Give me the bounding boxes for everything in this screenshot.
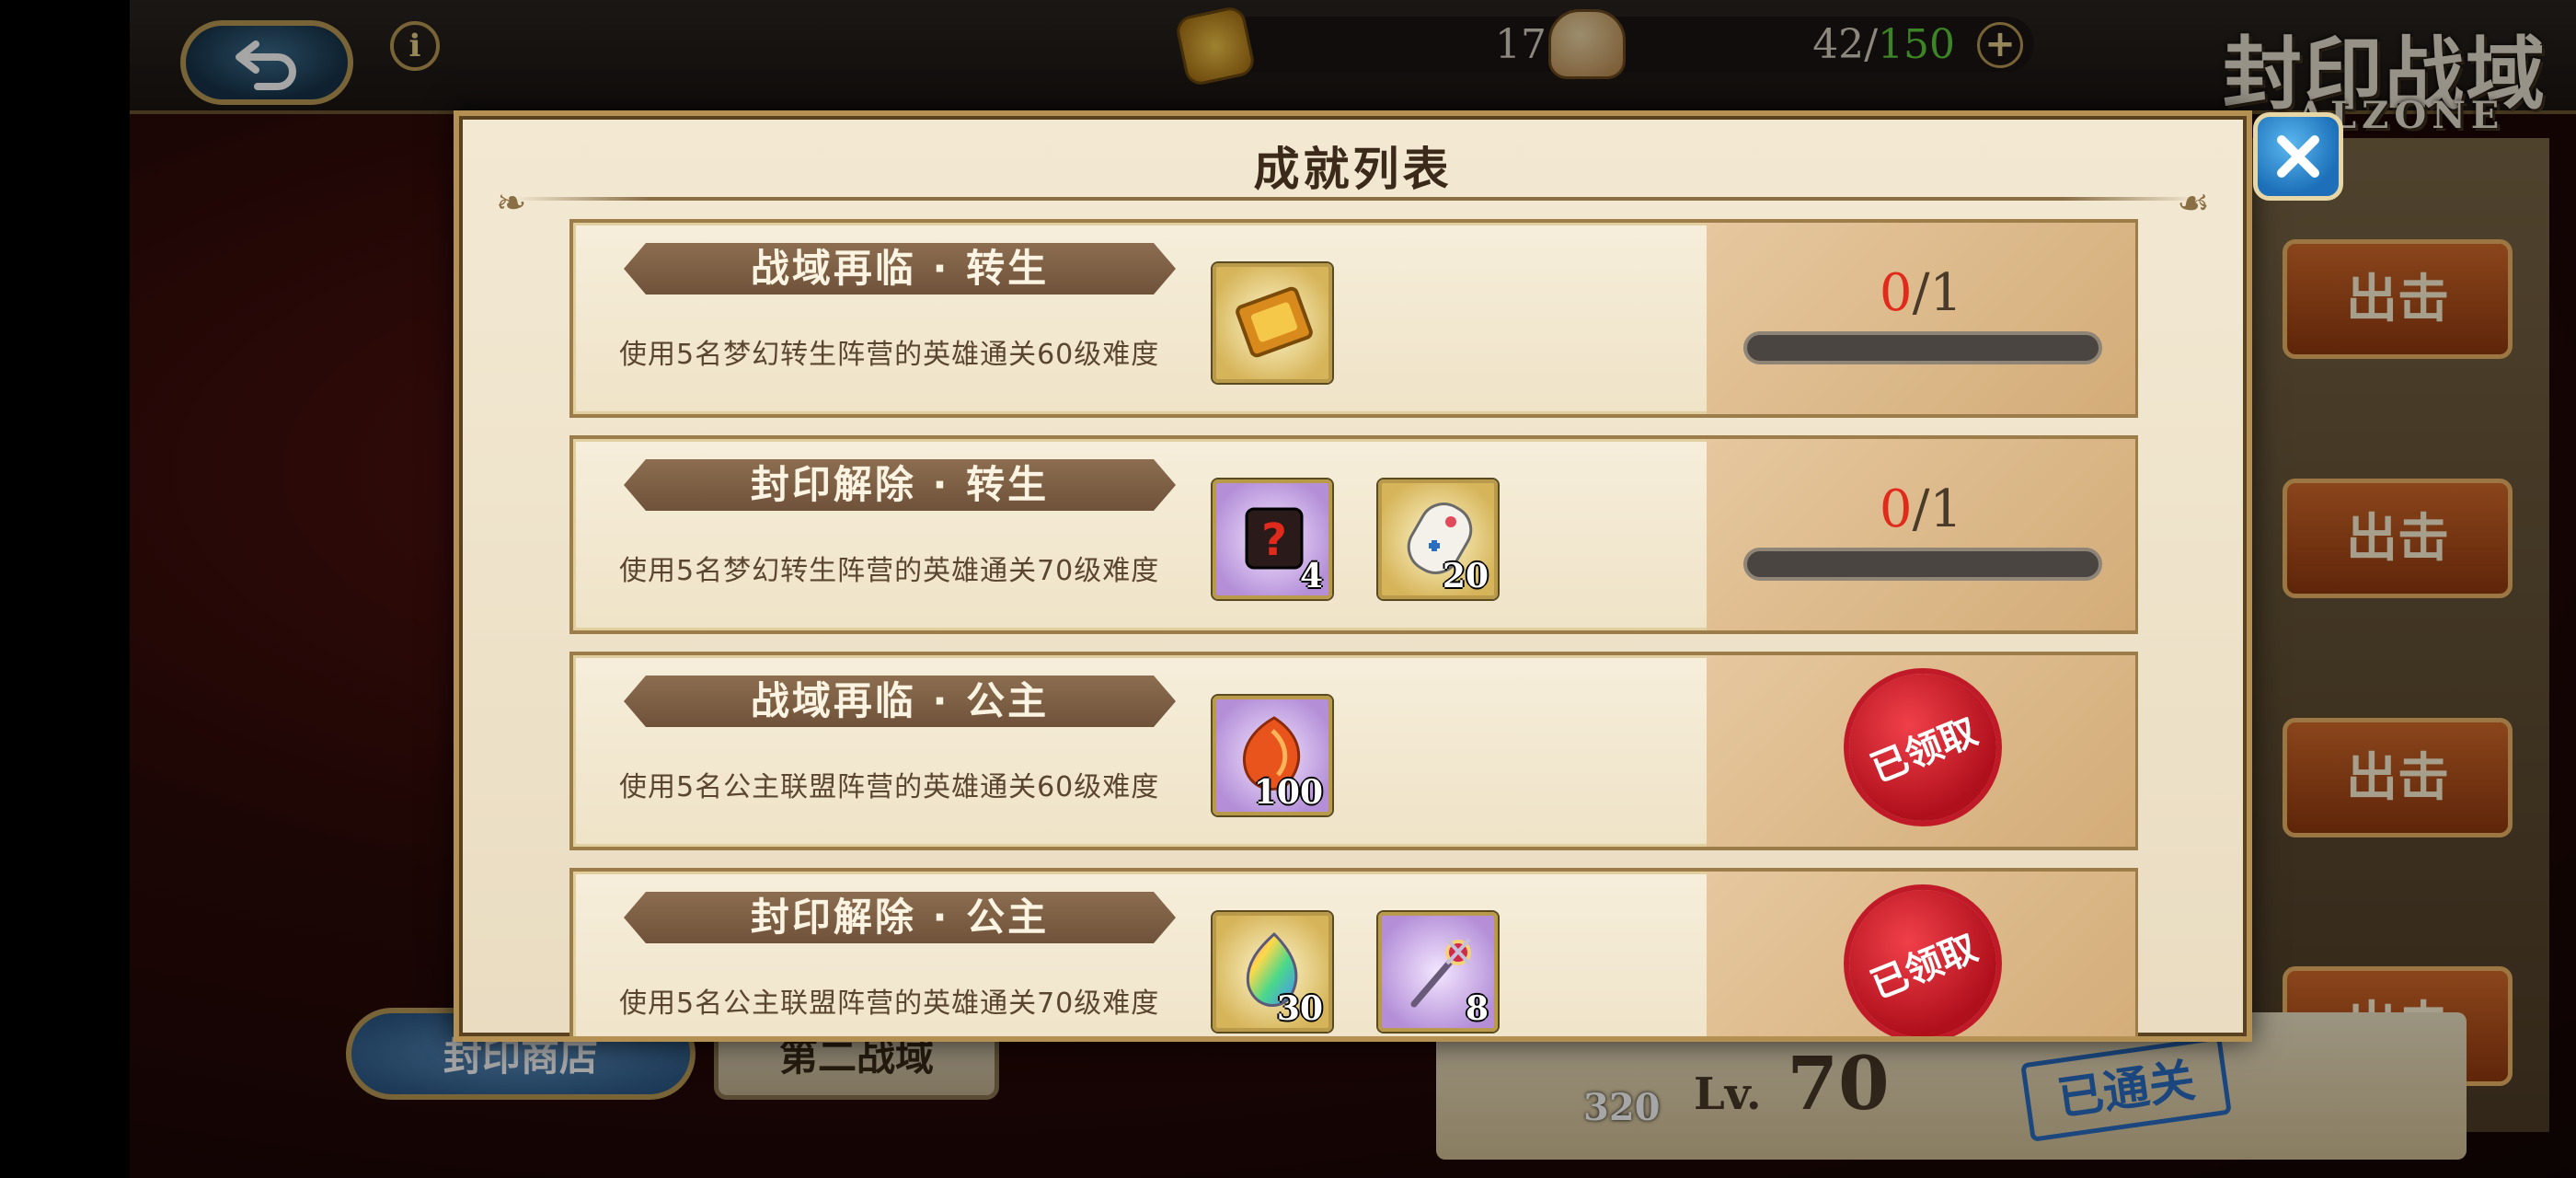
reward-item[interactable]: 100: [1213, 696, 1332, 815]
reward-item[interactable]: 20: [1378, 479, 1498, 599]
progress-bar: [1743, 331, 2102, 364]
reward-quantity: 100: [1253, 773, 1323, 812]
close-x-icon: [2277, 135, 2319, 178]
progress-area: 0/1: [1707, 223, 2135, 414]
claimed-label: 已领取: [1865, 926, 1984, 1008]
reward-quantity: 30: [1276, 989, 1323, 1028]
reward-quantity: 20: [1442, 557, 1489, 595]
progress-area: 已领取: [1707, 655, 2135, 847]
achievement-title: 战域再临 · 公主: [624, 676, 1176, 727]
achievement-title: 封印解除 · 转生: [624, 459, 1176, 511]
claimed-seal: 已领取: [1849, 674, 1996, 821]
progress-total: /1: [1912, 263, 1963, 323]
progress-total: /1: [1912, 479, 1963, 539]
progress-area: 0/1: [1707, 439, 2135, 630]
achievement-row: 封印解除 · 公主 使用5名公主联盟阵营的英雄通关70级难度 30 8 已领取: [569, 868, 2138, 1036]
achievement-title: 战域再临 · 转生: [624, 243, 1176, 294]
reward-item[interactable]: 8: [1378, 912, 1498, 1032]
progress-current: 0: [1879, 263, 1913, 323]
claimed-label: 已领取: [1865, 710, 1984, 791]
reward-item[interactable]: ? 4: [1213, 479, 1332, 599]
achievement-description: 使用5名公主联盟阵营的英雄通关70级难度: [619, 987, 1160, 1020]
progress-text: 0/1: [1707, 479, 2135, 539]
achievement-description: 使用5名公主联盟阵营的英雄通关60级难度: [619, 771, 1160, 803]
claimed-seal: 已领取: [1849, 890, 1996, 1036]
achievement-title: 封印解除 · 公主: [624, 892, 1176, 943]
svg-text:?: ?: [1261, 514, 1287, 566]
reward-quantity: 8: [1465, 989, 1489, 1028]
close-button[interactable]: [2253, 112, 2343, 201]
reward-item[interactable]: 30: [1213, 912, 1332, 1032]
achievement-modal: 成就列表 ❧ ☙ 战域再临 · 转生 使用5名梦幻转生阵营的英雄通关60级难度 …: [454, 110, 2252, 1042]
progress-bar: [1743, 548, 2102, 581]
golden-ticket-icon: [1236, 286, 1313, 358]
achievement-description: 使用5名梦幻转生阵营的英雄通关60级难度: [619, 339, 1160, 371]
game-screen: 出击 出击 出击 出击 封印商店 第二战域 320 Lv. 70 已通关 i 1: [130, 0, 2576, 1178]
reward-quantity: 4: [1299, 557, 1323, 595]
achievement-row: 封印解除 · 转生 使用5名梦幻转生阵营的英雄通关70级难度 ? 4 20 0/…: [569, 435, 2138, 634]
achievement-list[interactable]: 战域再临 · 转生 使用5名梦幻转生阵营的英雄通关60级难度 0/1 封印解除 …: [459, 116, 2247, 1036]
progress-text: 0/1: [1707, 263, 2135, 323]
progress-current: 0: [1879, 479, 1913, 539]
progress-area: 已领取: [1707, 872, 2135, 1036]
achievement-row: 战域再临 · 转生 使用5名梦幻转生阵营的英雄通关60级难度 0/1: [569, 219, 2138, 418]
achievement-row: 战域再临 · 公主 使用5名公主联盟阵营的英雄通关60级难度 100 已领取: [569, 652, 2138, 850]
achievement-description: 使用5名梦幻转生阵营的英雄通关70级难度: [619, 555, 1160, 587]
reward-item[interactable]: [1213, 263, 1332, 383]
